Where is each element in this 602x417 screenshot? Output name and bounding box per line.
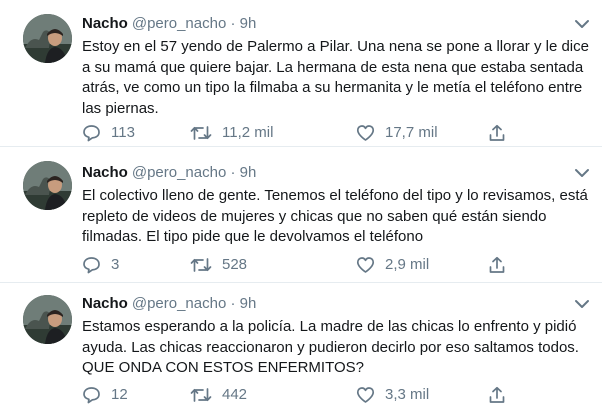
separator: · <box>230 15 236 32</box>
tweet-text: Estoy en el 57 yendo de Palermo a Pilar.… <box>82 38 589 117</box>
share-button[interactable] <box>488 385 516 405</box>
author-handle[interactable]: @pero_nacho <box>132 15 226 32</box>
retweet-button[interactable]: 528 <box>190 255 247 275</box>
tweet-header: Nacho @pero_nacho · 9h <box>82 294 256 314</box>
retweet-button[interactable]: 11,2 mil <box>190 123 273 143</box>
retweet-count: 442 <box>222 386 248 403</box>
tweet[interactable]: Nacho @pero_nacho · 9h Estamos esperando … <box>0 283 602 417</box>
tweet-text: El colectivo lleno de gente. Tenemos el … <box>82 187 588 245</box>
chevron-down-icon[interactable] <box>574 297 590 311</box>
like-button[interactable]: 2,9 mil <box>356 255 429 275</box>
reply-icon <box>83 387 100 404</box>
reply-icon <box>83 125 100 142</box>
separator: · <box>230 295 236 312</box>
tweet-actions: 113 11,2 mil 17,7 mil <box>82 123 592 143</box>
tweet-actions: 3 528 2,9 mil <box>82 255 592 275</box>
timestamp[interactable]: 9h <box>240 15 257 32</box>
tweet-header: Nacho @pero_nacho · 9h <box>82 163 256 183</box>
like-count: 17,7 mil <box>385 124 438 141</box>
tweet-thread: Nacho @pero_nacho · 9h Estoy en el 57 yen… <box>0 0 602 417</box>
tweet-actions: 12 442 3,3 mil <box>82 385 592 405</box>
tweet-header: Nacho @pero_nacho · 9h <box>82 14 256 34</box>
like-button[interactable]: 17,7 mil <box>356 123 438 143</box>
timestamp[interactable]: 9h <box>240 295 257 312</box>
author-name[interactable]: Nacho <box>82 15 128 32</box>
share-icon <box>489 124 505 141</box>
share-button[interactable] <box>488 123 516 143</box>
avatar[interactable] <box>23 14 72 63</box>
retweet-icon <box>190 388 212 402</box>
author-name[interactable]: Nacho <box>82 164 128 181</box>
retweet-icon <box>190 126 212 140</box>
author-handle[interactable]: @pero_nacho <box>132 295 226 312</box>
share-button[interactable] <box>488 255 516 275</box>
reply-count: 113 <box>111 124 135 141</box>
reply-button[interactable]: 12 <box>82 385 128 405</box>
like-button[interactable]: 3,3 mil <box>356 385 429 405</box>
author-name[interactable]: Nacho <box>82 295 128 312</box>
timestamp[interactable]: 9h <box>240 164 257 181</box>
chevron-down-icon[interactable] <box>574 17 590 31</box>
avatar[interactable] <box>23 161 72 210</box>
tweet-text: Estamos esperando a la policía. La madre… <box>82 318 579 376</box>
like-icon <box>356 125 375 141</box>
retweet-icon <box>190 258 212 272</box>
retweet-count: 11,2 mil <box>222 124 274 141</box>
retweet-count: 528 <box>222 256 248 273</box>
reply-button[interactable]: 113 <box>82 123 135 143</box>
share-icon <box>489 256 505 273</box>
like-count: 3,3 mil <box>385 386 430 403</box>
tweet[interactable]: Nacho @pero_nacho · 9h El colectivo lleno… <box>0 147 602 283</box>
like-icon <box>356 257 375 273</box>
like-icon <box>356 387 375 403</box>
avatar[interactable] <box>23 295 72 344</box>
author-handle[interactable]: @pero_nacho <box>132 164 226 181</box>
separator: · <box>230 164 236 181</box>
reply-icon <box>83 257 100 274</box>
tweet[interactable]: Nacho @pero_nacho · 9h Estoy en el 57 yen… <box>0 0 602 147</box>
retweet-button[interactable]: 442 <box>190 385 247 405</box>
chevron-down-icon[interactable] <box>574 166 590 180</box>
reply-count: 12 <box>111 386 128 403</box>
like-count: 2,9 mil <box>385 256 430 273</box>
reply-count: 3 <box>111 256 120 273</box>
reply-button[interactable]: 3 <box>82 255 119 275</box>
share-icon <box>489 386 505 403</box>
